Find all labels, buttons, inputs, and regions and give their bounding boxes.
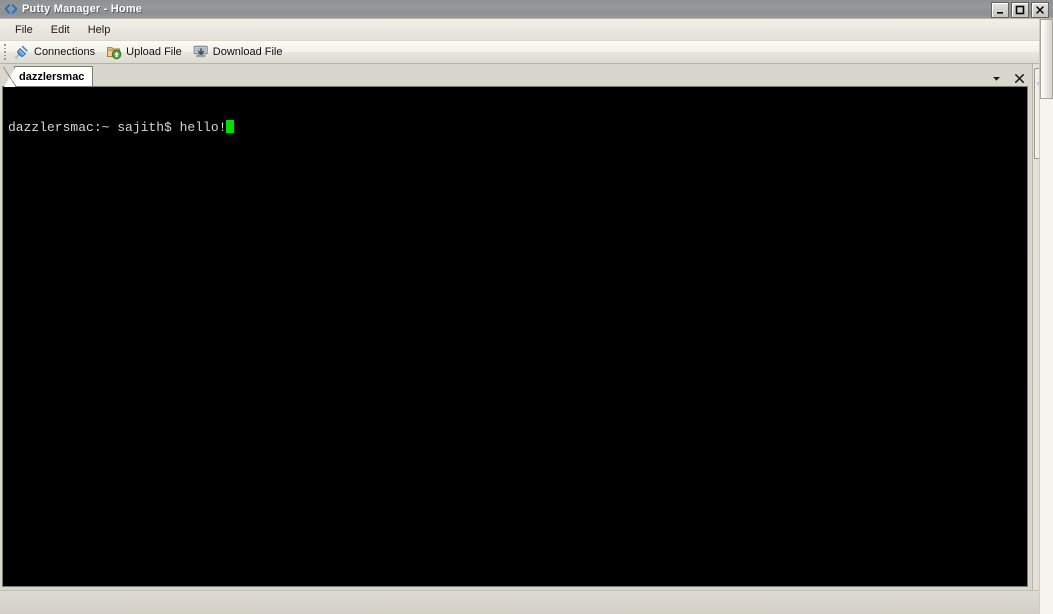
plug-icon [14,44,30,60]
menu-edit[interactable]: Edit [42,21,79,39]
terminal-cursor [226,120,235,133]
toolbar-connections[interactable]: Connections [10,41,102,63]
code-brackets-icon [4,2,18,16]
scrollbar-thumb[interactable] [1040,19,1053,99]
chevron-down-icon[interactable] [990,71,1003,85]
toolbar-upload-file[interactable]: Upload File [102,41,189,63]
main-column: dazzlersmac dazzlersmac:~ sajith$ hello! [0,64,1032,590]
terminal-output[interactable]: dazzlersmac:~ sajith$ hello! [3,87,1027,586]
toolbar: Connections Upload File Download File [0,41,1053,64]
terminal-panel: dazzlersmac:~ sajith$ hello! [2,86,1028,587]
tab-label: dazzlersmac [19,70,85,83]
menu-bar: File Edit Help [0,19,1053,41]
title-bar[interactable]: Putty Manager - Home [0,0,1053,19]
toolbar-download-file-label: Download File [212,46,283,58]
tab-strip: dazzlersmac [2,66,1032,87]
status-bar [0,590,1053,614]
toolbar-upload-file-label: Upload File [126,46,182,58]
close-button[interactable] [1031,2,1049,18]
monitor-download-icon [193,44,209,60]
content-area: dazzlersmac dazzlersmac:~ sajith$ hello! [0,64,1053,590]
window-vertical-scrollbar[interactable] [1039,19,1053,614]
window-controls [991,2,1049,18]
toolbar-connections-label: Connections [34,46,96,58]
application-window: Putty Manager - Home File Edit Help Conn… [0,0,1053,614]
window-title: Putty Manager - Home [22,3,143,15]
maximize-button[interactable] [1011,2,1029,18]
scrollbar-track[interactable] [1040,99,1053,614]
menu-help[interactable]: Help [79,21,120,39]
terminal-line: dazzlersmac:~ sajith$ hello! [8,120,1027,135]
toolbar-grip[interactable] [2,44,8,60]
menu-file[interactable]: File [6,21,42,39]
minimize-button[interactable] [991,2,1009,18]
tab-strip-controls [990,71,1026,85]
folder-upload-icon [106,44,122,60]
tab-dazzlersmac[interactable]: dazzlersmac [2,66,94,87]
close-icon[interactable] [1013,71,1026,85]
toolbar-download-file[interactable]: Download File [189,41,290,63]
terminal-line-text: dazzlersmac:~ sajith$ hello! [8,120,227,135]
